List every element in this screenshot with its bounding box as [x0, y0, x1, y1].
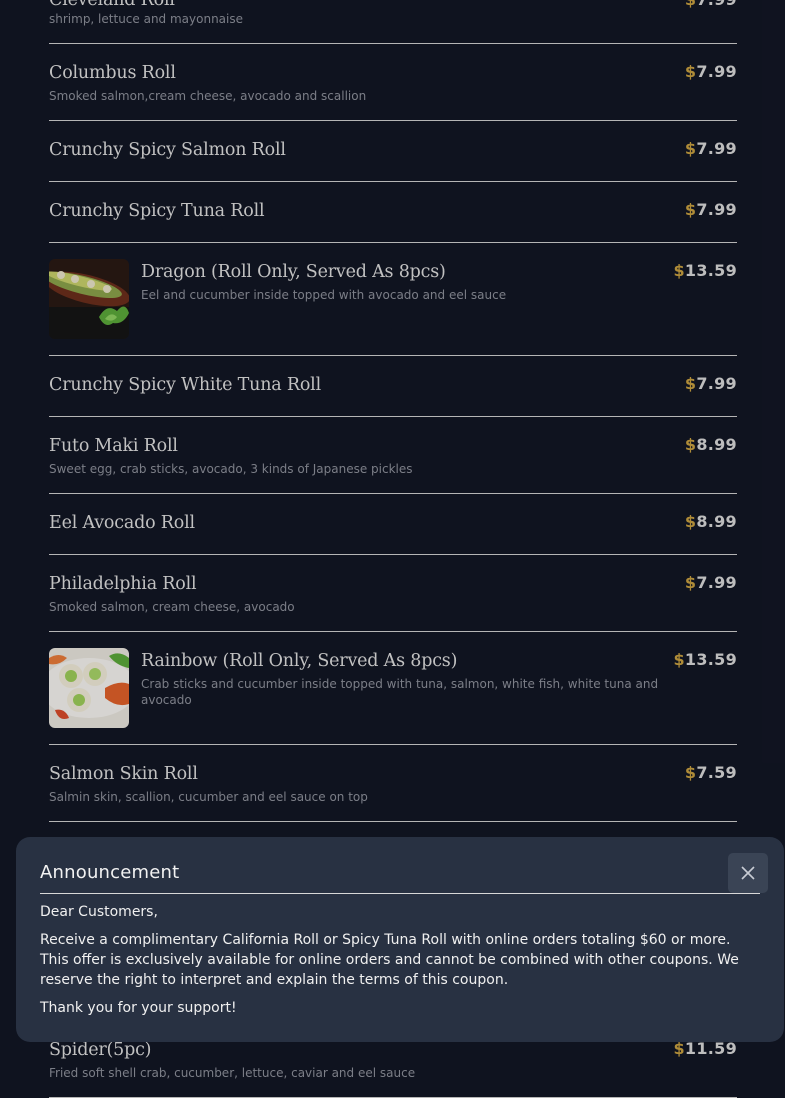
currency-symbol: $	[684, 512, 697, 531]
currency-symbol: $	[673, 650, 685, 669]
price-value: 7.99	[696, 200, 737, 219]
item-name: Dragon (Roll Only, Served As 8pcs)	[141, 262, 446, 282]
menu-item[interactable]: Philadelphia Roll Smoked salmon, cream c…	[49, 555, 737, 632]
item-price: $7.99	[685, 200, 737, 219]
currency-symbol: $	[685, 0, 696, 9]
item-description: Eel and cucumber inside topped with avoc…	[141, 288, 507, 302]
item-description: Fried soft shell crab, cucumber, lettuce…	[49, 1066, 416, 1080]
menu-item[interactable]: Crunchy Spicy White Tuna Roll $7.99	[49, 356, 737, 417]
price-value: 13.59	[684, 261, 737, 280]
item-description: Salmin skin, scallion, cucumber and eel …	[49, 790, 368, 804]
price-value: 8.99	[696, 512, 737, 531]
currency-symbol: $	[673, 261, 685, 280]
item-description: Smoked salmon, cream cheese, avocado	[49, 600, 295, 614]
item-price: $7.99	[685, 374, 737, 393]
menu-item[interactable]: Eel Avocado Roll $8.99	[49, 494, 737, 555]
item-price: $8.99	[685, 512, 737, 531]
menu-item[interactable]: Salmon Skin Roll Salmin skin, scallion, …	[49, 745, 737, 822]
announcement-divider	[40, 893, 760, 894]
price-value: 7.99	[696, 0, 737, 9]
dragon-roll-photo	[49, 259, 129, 339]
item-name: Crunchy Spicy Tuna Roll	[49, 201, 265, 221]
item-name: Futo Maki Roll	[49, 436, 178, 456]
currency-symbol: $	[684, 374, 697, 393]
item-price: $13.59	[673, 650, 737, 669]
item-price: $13.59	[673, 261, 737, 280]
price-value: 7.99	[696, 139, 737, 158]
item-name: Columbus Roll	[49, 63, 176, 83]
item-name: Eel Avocado Roll	[49, 513, 195, 533]
price-value: 7.99	[696, 573, 737, 592]
menu-item[interactable]: Crunchy Spicy Salmon Roll $7.99	[49, 121, 737, 182]
announcement-closing: Thank you for your support!	[40, 1000, 237, 1016]
announcement-dialog: Announcement Dear Customers, Receive a c…	[16, 837, 784, 1042]
item-description: shrimp, lettuce and mayonnaise	[49, 12, 243, 26]
currency-symbol: $	[684, 763, 697, 782]
price-value: 7.99	[696, 62, 737, 81]
item-name: Salmon Skin Roll	[49, 764, 198, 784]
item-price: $7.99	[685, 573, 737, 592]
item-name: Rainbow (Roll Only, Served As 8pcs)	[141, 651, 458, 671]
item-description: Crab sticks and cucumber inside topped w…	[141, 677, 659, 707]
item-price: $7.99	[685, 139, 737, 158]
menu-item[interactable]: Cleveland Roll shrimp, lettuce and mayon…	[49, 0, 737, 44]
announcement-body: Receive a complimentary California Roll …	[40, 932, 739, 988]
menu-item[interactable]: Crunchy Spicy Tuna Roll $7.99	[49, 182, 737, 243]
announcement-greeting: Dear Customers,	[40, 904, 158, 920]
menu-item[interactable]: Rainbow (Roll Only, Served As 8pcs) Crab…	[49, 632, 737, 745]
item-price: $7.99	[685, 0, 737, 9]
item-name: Crunchy Spicy White Tuna Roll	[49, 375, 321, 395]
menu-item[interactable]: Columbus Roll Smoked salmon,cream cheese…	[49, 44, 737, 121]
menu-item[interactable]: Futo Maki Roll Sweet egg, crab sticks, a…	[49, 417, 737, 494]
item-name: Cleveland Roll	[49, 0, 175, 10]
currency-symbol: $	[684, 573, 697, 592]
item-description: Smoked salmon,cream cheese, avocado and …	[49, 89, 367, 103]
currency-symbol: $	[684, 200, 697, 219]
menu-item[interactable]: Dragon (Roll Only, Served As 8pcs) Eel a…	[49, 243, 737, 356]
close-button[interactable]	[728, 853, 768, 893]
currency-symbol: $	[684, 435, 697, 454]
currency-symbol: $	[684, 62, 697, 81]
price-value: 7.59	[696, 763, 737, 782]
item-price: $8.99	[685, 435, 737, 454]
announcement-title: Announcement	[40, 862, 180, 883]
close-icon	[741, 866, 755, 880]
item-name: Spider(5pc)	[49, 1040, 152, 1060]
item-name: Philadelphia Roll	[49, 574, 197, 594]
item-price: $7.59	[685, 763, 737, 782]
item-name: Crunchy Spicy Salmon Roll	[49, 140, 286, 160]
item-description: Sweet egg, crab sticks, avocado, 3 kinds…	[49, 462, 413, 476]
price-value: 7.99	[696, 374, 737, 393]
currency-symbol: $	[684, 139, 697, 158]
price-value: 13.59	[684, 650, 737, 669]
item-price: $7.99	[685, 62, 737, 81]
price-value: 8.99	[696, 435, 737, 454]
rainbow-roll-photo	[49, 648, 129, 728]
